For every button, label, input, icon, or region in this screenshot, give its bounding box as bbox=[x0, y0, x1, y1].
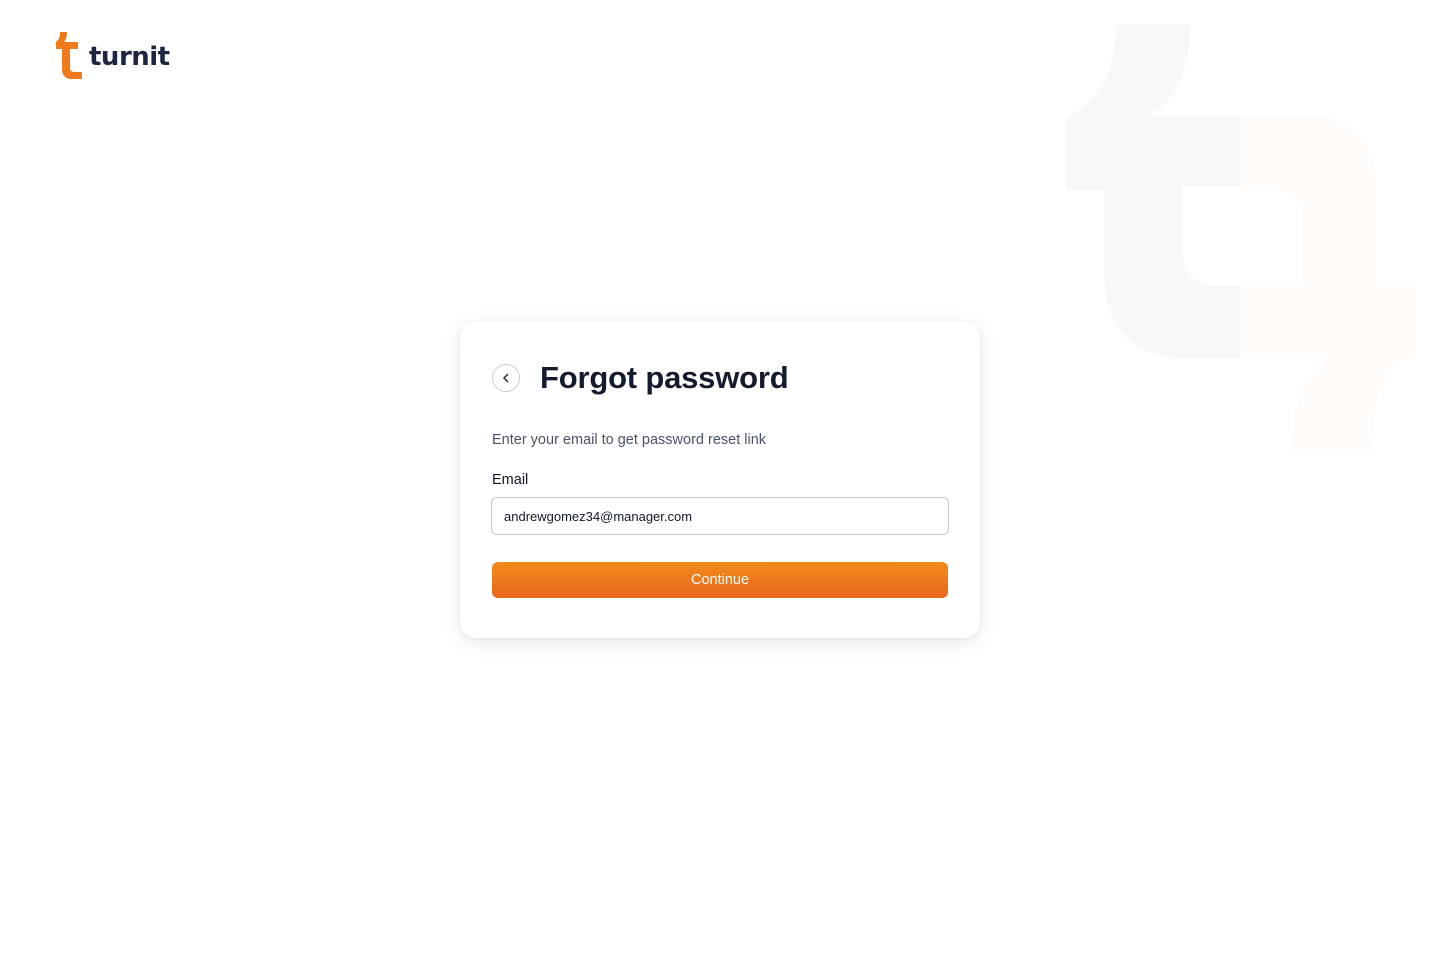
continue-button[interactable]: Continue bbox=[492, 562, 948, 598]
forgot-password-page: turnit Forgot password Enter your email … bbox=[0, 0, 1440, 960]
brand-name: turnit bbox=[89, 42, 170, 72]
email-field[interactable] bbox=[491, 497, 949, 535]
forgot-password-card: Forgot password Enter your email to get … bbox=[460, 322, 980, 638]
turnit-watermark-icon bbox=[1066, 25, 1416, 450]
turnit-t-logo-icon bbox=[56, 32, 82, 79]
instructions-text: Enter your email to get password reset l… bbox=[492, 432, 767, 448]
email-label: Email bbox=[492, 472, 529, 488]
turnit-logo[interactable]: turnit bbox=[56, 32, 170, 80]
card-header: Forgot password bbox=[492, 360, 789, 396]
chevron-left-icon bbox=[503, 373, 509, 383]
page-title: Forgot password bbox=[540, 360, 789, 395]
back-button[interactable] bbox=[492, 364, 520, 392]
